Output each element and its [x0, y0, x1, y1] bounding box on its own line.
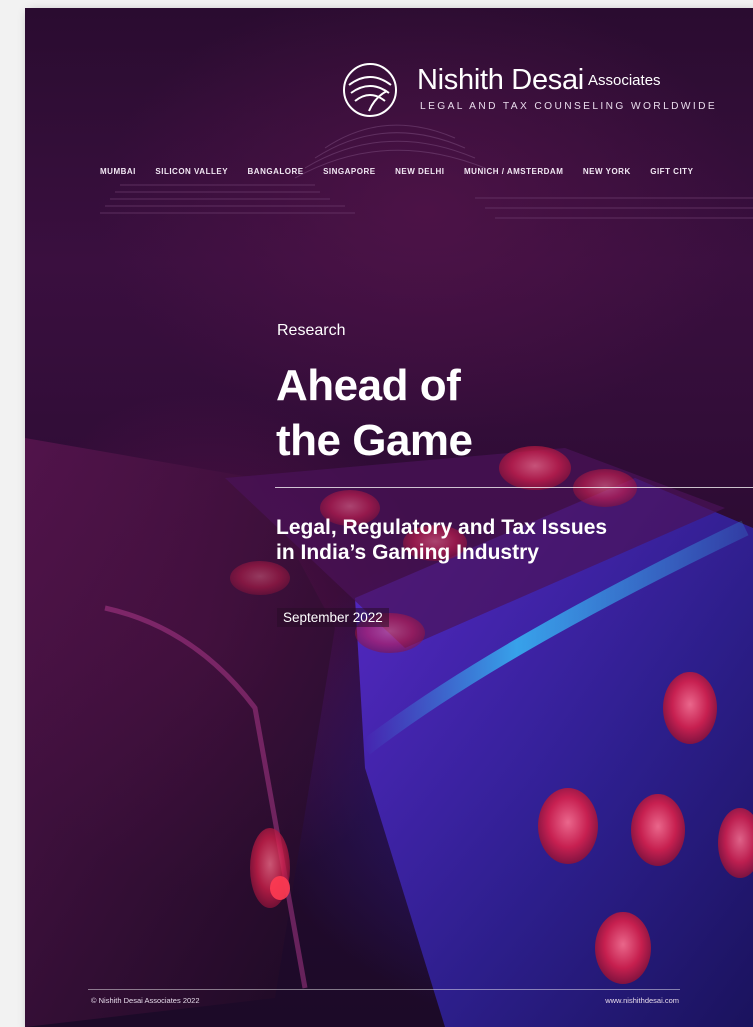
nda-logo-icon — [343, 63, 397, 117]
title-divider — [275, 487, 753, 488]
copyright-notice: © Nishith Desai Associates 2022 — [91, 996, 200, 1005]
publication-date: September 2022 — [277, 608, 389, 627]
city-munich-amsterdam: MUNICH / AMSTERDAM — [464, 167, 564, 176]
report-cover: Nishith Desai Associates LEGAL AND TAX C… — [25, 8, 753, 1027]
city-new-delhi: NEW DELHI — [395, 167, 445, 176]
report-kicker: Research — [277, 322, 346, 339]
office-locations: MUMBAI SILICON VALLEY BANGALORE SINGAPOR… — [100, 167, 700, 176]
subtitle-line-2: in India’s Gaming Industry — [276, 541, 539, 564]
title-line-1: Ahead of — [276, 361, 461, 410]
brand-tagline: LEGAL AND TAX COUNSELING WORLDWIDE — [420, 101, 718, 112]
city-gift-city: GIFT CITY — [650, 167, 694, 176]
report-subtitle: Legal, Regulatory and Tax Issues in Indi… — [276, 515, 716, 565]
website-link[interactable]: www.nishithdesai.com — [605, 996, 679, 1005]
city-new-york: NEW YORK — [582, 167, 631, 176]
subtitle-line-1: Legal, Regulatory and Tax Issues — [276, 516, 608, 539]
footer-divider — [88, 989, 680, 990]
city-mumbai: MUMBAI — [100, 167, 136, 176]
brand-name-suffix: Associates — [588, 72, 661, 89]
city-bangalore: BANGALORE — [247, 167, 304, 176]
city-silicon-valley: SILICON VALLEY — [155, 167, 229, 176]
report-title: Ahead of the Game — [276, 358, 576, 468]
brand-name: Nishith Desai — [417, 64, 584, 96]
title-line-2: the Game — [276, 416, 473, 465]
city-singapore: SINGAPORE — [323, 167, 376, 176]
